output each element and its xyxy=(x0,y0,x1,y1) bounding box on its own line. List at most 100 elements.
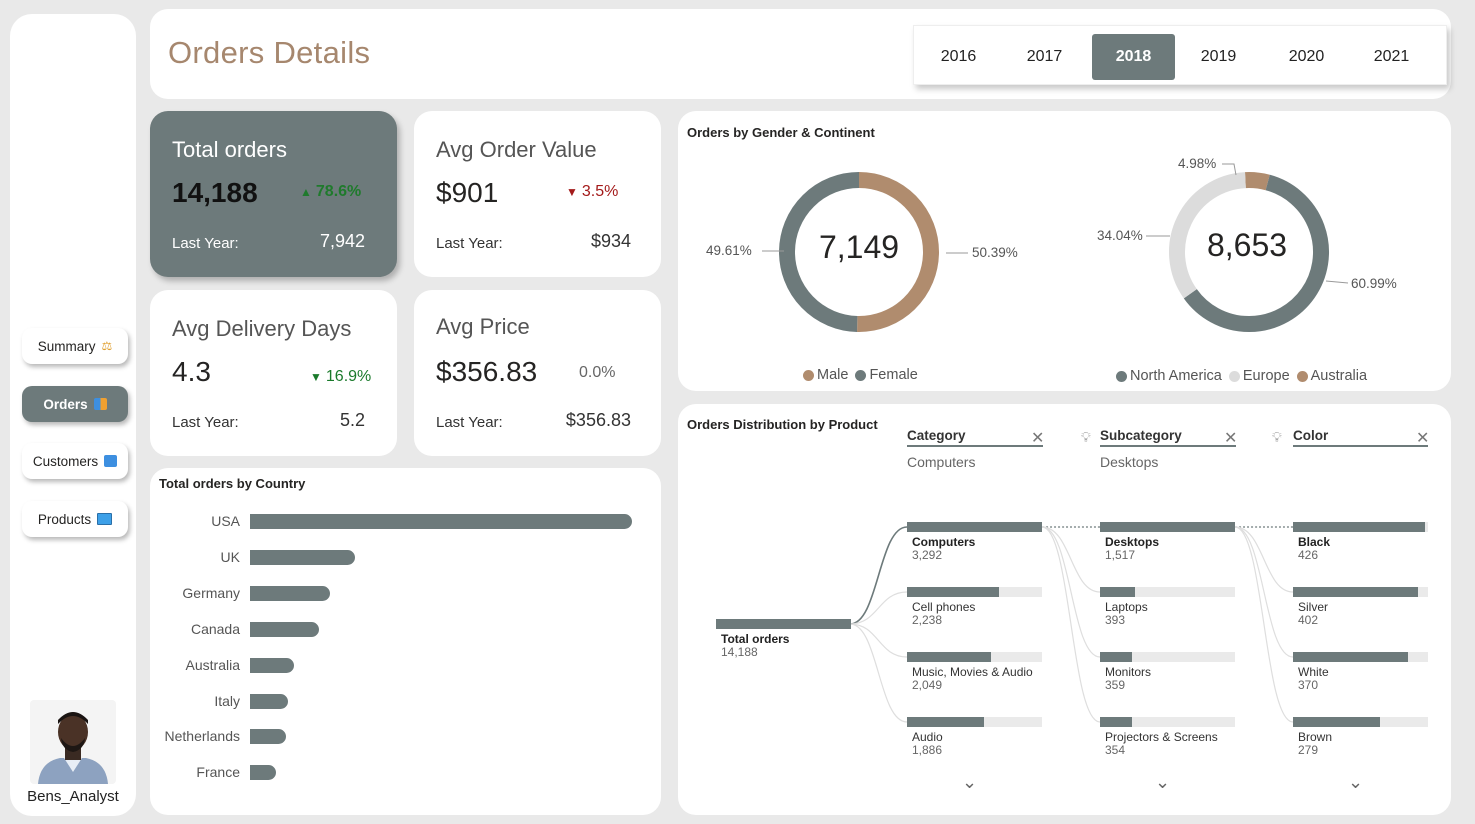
country-bar[interactable] xyxy=(250,585,330,601)
nav-orders-label: Orders xyxy=(43,396,88,412)
country-label: Italy xyxy=(214,692,240,709)
node-track xyxy=(907,652,1042,662)
continent-legend: North America Europe Australia xyxy=(1116,368,1367,384)
legend-europe: Europe xyxy=(1242,368,1290,384)
country-label: USA xyxy=(211,513,240,529)
tree-node[interactable]: Music, Movies & Audio 2,049 xyxy=(907,652,1042,692)
arrow-down-icon: ▼ xyxy=(310,370,322,384)
kpi-change-value: 3.5% xyxy=(581,183,619,200)
nav-orders-button[interactable]: Orders xyxy=(22,386,128,422)
kpi-value: $901 xyxy=(436,177,499,208)
year-2018-button[interactable]: 2018 xyxy=(1092,34,1175,80)
node-value: 2,049 xyxy=(912,678,943,692)
node-value: 1,517 xyxy=(1105,548,1136,562)
year-slicer: 2016 2017 2018 2019 2020 2021 xyxy=(913,25,1447,85)
monitor-icon xyxy=(97,513,113,525)
kpi-avg-order-value: Avg Order Value $901 ▼ 3.5% Last Year: $9… xyxy=(414,111,661,277)
tree-node[interactable]: Laptops 393 xyxy=(1100,587,1235,627)
node-track xyxy=(1100,717,1235,727)
kpi-change-value: 16.9% xyxy=(325,368,372,385)
country-bar[interactable] xyxy=(250,621,319,637)
node-value: 370 xyxy=(1298,678,1319,692)
year-2019-button[interactable]: 2019 xyxy=(1177,34,1260,80)
nav-customers-button[interactable]: Customers xyxy=(22,443,128,479)
node-value: 359 xyxy=(1105,678,1126,692)
node-value: 14,188 xyxy=(721,645,758,659)
legend-dot xyxy=(855,369,867,381)
kpi-last-year-value: $934 xyxy=(590,231,631,251)
kpi-value: $356.83 xyxy=(436,356,538,387)
node-bar xyxy=(1100,587,1135,597)
tree-connector xyxy=(1041,526,1101,723)
tree-node[interactable]: Monitors 359 xyxy=(1100,652,1235,692)
kpi-last-year-label: Last Year: xyxy=(172,414,239,431)
kpi-value: 14,188 xyxy=(172,177,258,208)
kpi-last-year-label: Last Year: xyxy=(436,414,503,431)
country-bar[interactable] xyxy=(250,549,355,565)
tree-node[interactable]: Desktops 1,517 xyxy=(1100,522,1235,562)
node-track xyxy=(1293,652,1428,662)
nav-summary-label: Summary xyxy=(37,338,96,354)
country-label: Germany xyxy=(182,584,240,601)
nav-summary-button[interactable]: Summary ⚖ xyxy=(22,328,128,364)
tree-node[interactable]: Audio 1,886 xyxy=(907,717,1042,757)
tree-connector xyxy=(1234,526,1294,593)
node-value: 426 xyxy=(1298,548,1319,562)
country-label: Australia xyxy=(185,656,240,673)
tree-connector xyxy=(1234,526,1294,658)
country-label: France xyxy=(196,764,240,781)
tree-node[interactable]: Computers 3,292 xyxy=(907,522,1042,562)
node-track xyxy=(1293,587,1428,597)
year-2021-button[interactable]: 2021 xyxy=(1350,34,1433,80)
kpi-last-year-value: 5.2 xyxy=(339,410,365,430)
tree-node[interactable]: Cell phones 2,238 xyxy=(907,587,1042,627)
year-2016-button[interactable]: 2016 xyxy=(917,34,1000,80)
node-value: 1,886 xyxy=(912,743,943,757)
year-2020-button[interactable]: 2020 xyxy=(1265,34,1348,80)
country-label: Canada xyxy=(190,620,240,637)
tree-connector xyxy=(849,591,908,625)
node-bar xyxy=(1100,717,1132,727)
female-pct: 49.61% xyxy=(706,243,752,258)
person-icon xyxy=(104,455,118,467)
legend-dot xyxy=(1228,370,1240,382)
country-bar[interactable] xyxy=(250,729,286,745)
donut-slice[interactable] xyxy=(1245,172,1270,191)
tree-node[interactable]: Silver 402 xyxy=(1293,587,1428,627)
node-track xyxy=(1100,587,1235,597)
kpi-change: ▼ 3.5% xyxy=(566,183,618,201)
chevron-down-icon[interactable]: ⌄ xyxy=(962,772,977,793)
kpi-change-value: 78.6% xyxy=(315,183,362,200)
arrow-down-icon: ▼ xyxy=(566,185,578,199)
tree-node[interactable]: Brown 279 xyxy=(1293,717,1428,757)
kpi-change: ▼ 16.9% xyxy=(310,368,371,386)
node-bar xyxy=(1100,522,1235,532)
kpi-value: 4.3 xyxy=(172,356,211,387)
country-bar[interactable] xyxy=(250,765,276,781)
north-america-pct: 60.99% xyxy=(1351,276,1397,291)
kpi-title: Avg Delivery Days xyxy=(172,316,352,341)
node-track xyxy=(1293,717,1428,727)
country-bar[interactable] xyxy=(250,514,632,529)
country-label: Netherlands xyxy=(164,728,241,745)
kpi-last-year-value: 7,942 xyxy=(319,231,365,251)
year-2017-button[interactable]: 2017 xyxy=(1003,34,1086,80)
tree-connector xyxy=(849,623,908,723)
node-bar xyxy=(907,522,1042,532)
node-value: 402 xyxy=(1298,613,1319,627)
tree-node[interactable]: White 370 xyxy=(1293,652,1428,692)
node-bar xyxy=(1293,717,1380,727)
chevron-down-icon[interactable]: ⌄ xyxy=(1155,772,1170,793)
chevron-down-icon[interactable]: ⌄ xyxy=(1348,772,1363,793)
male-pct: 50.39% xyxy=(972,245,1018,260)
country-bar[interactable] xyxy=(250,657,294,673)
kpi-title: Total orders xyxy=(172,137,287,162)
tree-root-node[interactable]: Total orders 14,188 xyxy=(716,619,851,659)
nav-products-button[interactable]: Products xyxy=(22,501,128,537)
tree-connector xyxy=(1041,526,1101,593)
gender-continent-chart: Orders by Gender & Continent 7,149 8,653… xyxy=(678,111,1451,391)
node-track xyxy=(907,717,1042,727)
country-bar[interactable] xyxy=(250,693,288,709)
tree-node[interactable]: Projectors & Screens 354 xyxy=(1100,717,1235,757)
tree-node[interactable]: Black 426 xyxy=(1293,522,1428,562)
